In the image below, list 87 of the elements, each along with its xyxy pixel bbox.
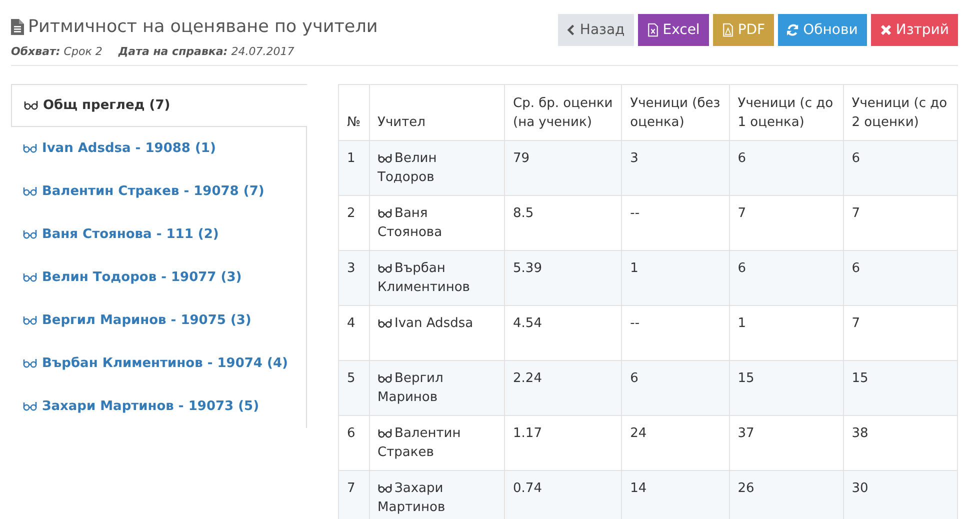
table-cell: 6 xyxy=(729,140,844,196)
table-cell: 1 xyxy=(338,140,370,196)
table-cell: 24 xyxy=(622,415,730,470)
glasses-icon xyxy=(23,229,37,240)
table-cell: 30 xyxy=(843,470,958,519)
sidebar-tab[interactable]: Върбан Климентинов - 19074 (4) xyxy=(11,342,307,385)
table-cell: 14 xyxy=(622,470,730,519)
table-cell: 7 xyxy=(843,305,958,360)
glasses-icon xyxy=(23,315,37,326)
glasses-icon xyxy=(23,143,37,154)
glasses-icon xyxy=(23,401,37,412)
sidebar-tab[interactable]: Вергил Маринов - 19075 (3) xyxy=(11,298,307,342)
pdf-button[interactable]: PDF xyxy=(712,14,774,46)
meta-value: Срок 2 xyxy=(64,45,102,58)
close-icon xyxy=(880,23,892,37)
refresh-button[interactable]: Обнови xyxy=(778,14,867,46)
table-cell: 3 xyxy=(338,250,370,306)
table-cell: -- xyxy=(622,195,730,250)
sidebar-tab[interactable]: Велин Тодоров - 19077 (3) xyxy=(11,256,307,299)
table-cell: 2 xyxy=(338,195,370,250)
table-cell: 6 xyxy=(729,250,844,306)
table-cell: 3 xyxy=(622,140,730,196)
table-cell: 79 xyxy=(504,140,622,196)
table-cell: 26 xyxy=(729,470,844,519)
back-button[interactable]: Назад xyxy=(558,14,634,46)
table-cell: 1.17 xyxy=(504,415,622,470)
table-cell: Валентин Стракев xyxy=(369,415,505,470)
table-cell: Велин Тодоров xyxy=(369,140,505,196)
spreadsheet-file-icon xyxy=(646,23,659,37)
table-cell: -- xyxy=(622,305,730,360)
table-cell: 15 xyxy=(843,360,958,416)
table-cell: Захари Мартинов xyxy=(369,470,505,519)
glasses-icon xyxy=(378,483,392,494)
column-header: Ученици (с до 1 оценка) xyxy=(729,84,844,140)
pdf-file-icon xyxy=(722,23,734,37)
table-cell: 4.54 xyxy=(504,305,622,360)
table-cell: 6 xyxy=(338,415,370,470)
glasses-icon xyxy=(378,208,392,218)
table-cell: Ваня Стоянова xyxy=(369,195,505,250)
table-cell: Върбан Климентинов xyxy=(369,250,505,306)
sidebar-tab[interactable]: Валентин Стракев - 19078 (7) xyxy=(11,170,307,213)
table-cell: 37 xyxy=(729,415,844,470)
table-cell: 7 xyxy=(843,195,958,250)
sidebar-tab[interactable]: Общ преглед (7) xyxy=(11,84,307,127)
column-header: Учител xyxy=(369,84,505,140)
meta-label: Дата на справка: xyxy=(118,45,228,58)
sidebar-tab[interactable]: Ваня Стоянова - 111 (2) xyxy=(11,212,307,256)
glasses-icon xyxy=(24,100,38,110)
meta-label: Обхват: xyxy=(11,45,60,58)
meta-value: 24.07.2017 xyxy=(231,45,294,58)
table-cell: 5.39 xyxy=(504,250,622,306)
table-cell: 38 xyxy=(843,415,958,470)
refresh-icon xyxy=(787,23,800,37)
column-header: Ученици (без оценка) xyxy=(622,84,730,140)
column-header: Ученици (с до 2 оценки) xyxy=(843,84,958,140)
table-cell: 15 xyxy=(729,360,844,416)
table-cell: Вергил Маринов xyxy=(369,360,505,416)
table-cell: 1 xyxy=(622,250,730,306)
table-cell: Ivan Adsdsa xyxy=(369,305,505,360)
table-cell: 6 xyxy=(843,250,958,306)
sidebar-tab[interactable]: Ivan Adsdsa - 19088 (1) xyxy=(11,126,307,170)
table-cell: 7 xyxy=(338,470,370,519)
sidebar-tab[interactable]: Захари Мартинов - 19073 (5) xyxy=(11,384,307,428)
glasses-icon xyxy=(23,272,37,282)
delete-button[interactable]: Изтрий xyxy=(870,14,958,46)
table-cell: 6 xyxy=(622,360,730,416)
table-cell: 2.24 xyxy=(504,360,622,416)
column-header: Ср. бр. оценки (на ученик) xyxy=(504,84,622,140)
glasses-icon xyxy=(23,358,37,368)
glasses-icon xyxy=(378,153,392,164)
chevron-left-icon xyxy=(566,23,576,37)
page-title: Ритмичност на оценяване по учители xyxy=(28,16,378,39)
table-cell: 1 xyxy=(729,305,844,360)
document-icon xyxy=(11,19,24,36)
glasses-icon xyxy=(378,373,392,384)
table-cell: 0.74 xyxy=(504,470,622,519)
column-header: № xyxy=(338,84,370,140)
table-cell: 5 xyxy=(338,360,370,416)
glasses-icon xyxy=(378,263,392,274)
table-cell: 7 xyxy=(729,195,844,250)
excel-button[interactable]: Excel xyxy=(638,14,709,46)
glasses-icon xyxy=(23,186,37,196)
table-cell: 4 xyxy=(338,305,370,360)
table-cell: 6 xyxy=(843,140,958,196)
table-cell: 8.5 xyxy=(504,195,622,250)
glasses-icon xyxy=(378,318,392,328)
glasses-icon xyxy=(378,428,392,438)
